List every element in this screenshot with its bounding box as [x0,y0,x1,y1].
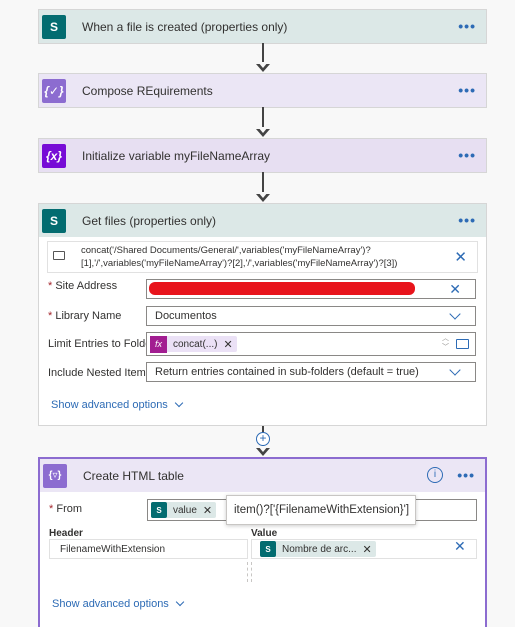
concat-token-label: concat(...) [173,338,218,350]
library-name-dropdown[interactable]: Documentos [146,306,476,326]
limit-folder-input[interactable]: fx concat(...) ✕ ︿ ﹀ [146,332,476,356]
nested-items-value: Return entries contained in sub-folders … [155,366,419,378]
header-input[interactable]: FilenameWithExtension [49,539,248,559]
init-variable-title: Initialize variable myFileNameArray [82,148,271,163]
more-options-icon[interactable]: ••• [458,212,476,228]
folder-picker-icon[interactable] [456,339,469,349]
compose-card[interactable]: {✓} Compose REquirements ••• [38,73,487,108]
stepper-icon[interactable]: ︿ ﹀ [442,334,449,352]
connector-arrow-icon [256,192,270,202]
empty-header-input[interactable] [49,562,248,582]
create-html-table-card[interactable]: {▿} Create HTML table i ••• * From S val… [38,457,487,627]
more-options-icon[interactable]: ••• [458,147,476,163]
tooltip-text: item()?['{FilenameWithExtension}'] [234,504,410,516]
more-options-icon[interactable]: ••• [458,82,476,98]
from-label: * From [49,503,83,515]
value-input[interactable]: S Nombre de arc... ✕ [251,539,477,559]
chevron-down-icon[interactable] [449,364,461,376]
variable-icon: {x} [42,143,66,168]
empty-value-input[interactable] [251,562,477,582]
nested-items-dropdown[interactable]: Return entries contained in sub-folders … [146,362,476,382]
create-html-table-header[interactable]: {▿} Create HTML table i ••• [40,459,485,492]
compose-header[interactable]: {✓} Compose REquirements ••• [39,74,486,107]
nested-items-label: Include Nested Items [48,367,152,379]
sharepoint-icon: S [42,14,66,39]
create-html-table-title: Create HTML table [83,468,184,483]
chevron-down-icon[interactable] [449,308,461,320]
init-variable-header[interactable]: {x} Initialize variable myFileNameArray … [39,139,486,172]
library-name-value: Documentos [155,310,217,322]
connector-arrow-icon [256,446,270,456]
limit-folder-label: Limit Entries to Folder [48,338,155,350]
show-advanced-options-link[interactable]: Show advanced options [52,597,185,610]
trigger-header[interactable]: S When a file is created (properties onl… [39,10,486,43]
chevron-down-icon [174,398,184,408]
trigger-title: When a file is created (properties only) [82,19,288,34]
table-icon: {▿} [43,463,67,488]
show-advanced-options-link[interactable]: Show advanced options [51,398,184,411]
comment-icon [53,251,65,260]
expression-banner: concat('/Shared Documents/General/',vari… [47,241,478,273]
clear-icon[interactable]: ✕ [449,281,461,298]
expression-text-line2: [1],'/',variables('myFileNameArray')?[2]… [81,258,398,269]
site-address-input[interactable]: ✕ [146,279,476,299]
get-files-card[interactable]: S Get files (properties only) ••• concat… [38,203,487,426]
connector-arrow-icon [256,62,270,72]
concat-token[interactable]: fx concat(...) ✕ [150,335,237,353]
sharepoint-icon: S [260,541,276,557]
expression-text-line1: concat('/Shared Documents/General/',vari… [81,245,371,256]
close-icon[interactable]: ✕ [454,248,467,266]
value-token[interactable]: S value ✕ [151,502,217,518]
value-column-label: Value [251,528,278,539]
nombre-token[interactable]: S Nombre de arc... ✕ [260,541,376,557]
redacted-site-value [149,282,415,295]
library-name-label: * Library Name [48,310,122,322]
remove-token-icon[interactable]: ✕ [223,338,232,351]
trigger-card[interactable]: S When a file is created (properties onl… [38,9,487,44]
connector-arrow-icon [256,127,270,137]
header-input-value: FilenameWithExtension [60,543,166,555]
sharepoint-icon: S [42,208,66,233]
header-column-label: Header [49,528,83,539]
function-icon: fx [150,335,167,353]
nombre-token-label: Nombre de arc... [282,543,357,555]
get-files-header[interactable]: S Get files (properties only) ••• [39,204,486,237]
get-files-title: Get files (properties only) [82,213,217,228]
delete-row-icon[interactable]: ✕ [454,538,466,555]
compose-title: Compose REquirements [82,83,213,98]
more-options-icon[interactable]: ••• [458,18,476,34]
init-variable-card[interactable]: {x} Initialize variable myFileNameArray … [38,138,487,173]
more-options-icon[interactable]: ••• [457,467,475,483]
site-address-label: * Site Address [48,280,118,292]
remove-token-icon[interactable]: ✕ [362,543,371,556]
add-step-icon[interactable]: + [256,432,270,446]
info-icon[interactable]: i [427,467,443,483]
compose-icon: {✓} [42,78,66,103]
value-token-label: value [173,504,197,516]
expression-tooltip: item()?['{FilenameWithExtension}'] [226,495,416,525]
sharepoint-icon: S [151,502,167,518]
remove-token-icon[interactable]: ✕ [203,504,212,517]
chevron-down-icon [175,597,185,607]
